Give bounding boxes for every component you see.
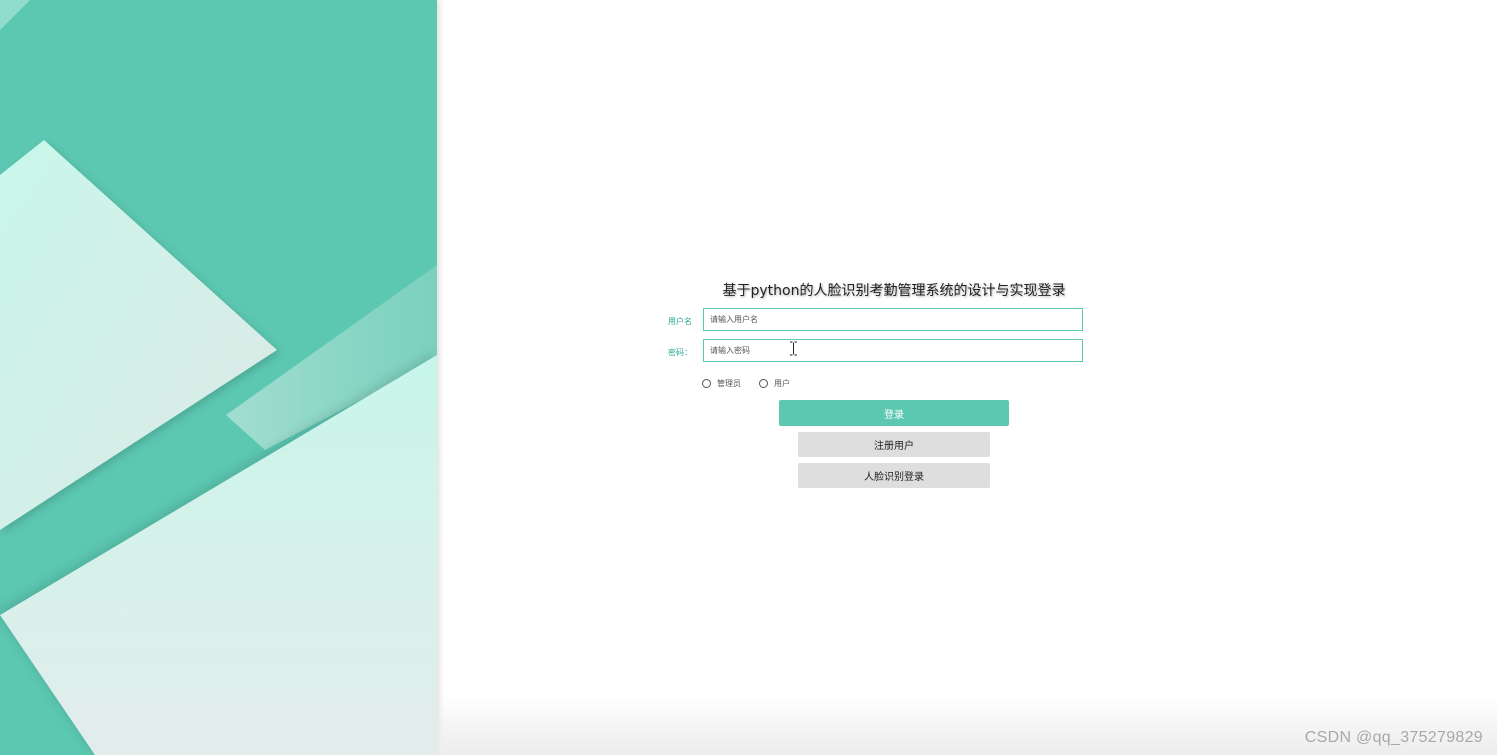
- login-button[interactable]: 登录: [779, 400, 1009, 426]
- role-option-label: 管理员: [717, 378, 741, 388]
- login-page: 基于python的人脸识别考勤管理系统的设计与实现登录 用户名 密码： 管理员 …: [0, 0, 1497, 755]
- register-button[interactable]: 注册用户: [798, 432, 990, 457]
- role-option-user[interactable]: 用户: [759, 378, 790, 389]
- decorative-shapes: [0, 0, 437, 755]
- watermark: CSDN @qq_375279829: [1304, 729, 1483, 746]
- corner-shape: [0, 0, 30, 30]
- password-input[interactable]: [703, 339, 1083, 362]
- login-title: 基于python的人脸识别考勤管理系统的设计与实现登录: [722, 283, 1066, 299]
- text-cursor-icon: [790, 341, 797, 356]
- radio-circle-icon[interactable]: [759, 378, 768, 388]
- diamond-shape: [0, 140, 277, 530]
- role-selector: 管理员 用户: [702, 376, 808, 390]
- face-login-button[interactable]: 人脸识别登录: [798, 463, 990, 488]
- password-label: 密码：: [668, 348, 692, 357]
- decorative-panel: [0, 0, 437, 755]
- radio-circle-icon[interactable]: [702, 378, 711, 388]
- role-option-label: 用户: [774, 378, 790, 388]
- role-option-admin[interactable]: 管理员: [702, 378, 741, 389]
- username-input[interactable]: [703, 308, 1083, 331]
- username-label: 用户名: [668, 317, 692, 326]
